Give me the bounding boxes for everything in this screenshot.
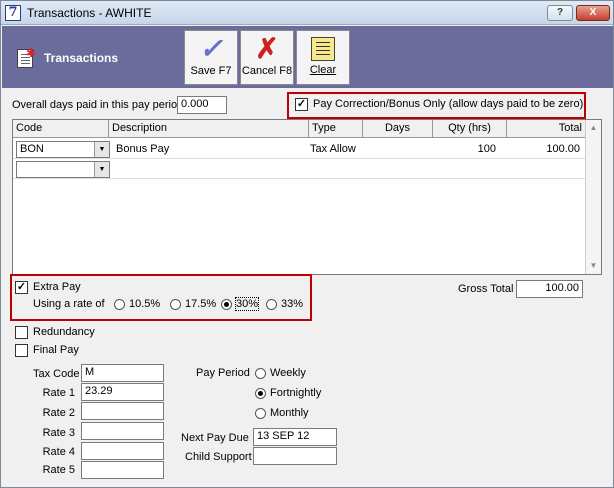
rate-1-label: Rate 1 (42, 387, 75, 399)
new-row[interactable]: ▼ (13, 159, 586, 179)
rate-4-field[interactable] (81, 442, 164, 460)
help-button[interactable]: ? (547, 5, 573, 21)
tax-code-label: Tax Code (33, 368, 80, 380)
rate-30-label: 30% (234, 297, 260, 311)
toolbar: ✱ Transactions ✓ Save F7 ✗ Cancel F8 Cle… (2, 26, 613, 88)
final-pay-checkbox[interactable] (15, 344, 28, 357)
extra-pay-label: Extra Pay (33, 281, 81, 293)
weekly-label: Weekly (270, 367, 306, 379)
days-paid-label: Overall days paid in this pay period (12, 99, 184, 111)
chevron-down-icon[interactable]: ▼ (94, 142, 109, 157)
child-support-field[interactable] (253, 447, 337, 465)
rate-2-label: Rate 2 (42, 407, 75, 419)
transactions-grid: Code Description Type Days Qty (hrs) Tot… (12, 119, 602, 275)
total-cell: 100.00 (546, 143, 580, 155)
pay-period-label: Pay Period (196, 367, 250, 379)
col-days[interactable]: Days (363, 120, 433, 138)
final-pay-label: Final Pay (33, 344, 79, 356)
monthly-radio[interactable] (255, 408, 266, 419)
weekly-radio[interactable] (255, 368, 266, 379)
grid-header: Code Description Type Days Qty (hrs) Tot… (13, 120, 586, 138)
rate-4-label: Rate 4 (42, 446, 75, 458)
clear-label: Clear (309, 64, 337, 76)
rate-2-field[interactable] (81, 402, 164, 420)
qty-cell: 100 (477, 143, 496, 155)
chevron-down-icon[interactable]: ▼ (94, 162, 109, 177)
col-code[interactable]: Code (13, 120, 109, 138)
clear-sheet-icon (311, 37, 335, 61)
rate-3-field[interactable] (81, 422, 164, 440)
cross-icon: ✗ (255, 33, 279, 64)
window-title: Transactions - AWHITE (27, 6, 152, 20)
gross-total-field: 100.00 (516, 280, 583, 298)
days-paid-field[interactable]: 0.000 (177, 96, 227, 114)
monthly-label: Monthly (270, 407, 309, 419)
app-icon: 7 (5, 5, 21, 21)
cancel-label: Cancel F8 (241, 65, 293, 77)
col-description[interactable]: Description (109, 120, 309, 138)
rate-5-label: Rate 5 (42, 464, 75, 476)
days-cell (363, 139, 433, 159)
col-total[interactable]: Total (507, 120, 586, 138)
rate-17-5-radio[interactable] (170, 299, 181, 310)
code-combo[interactable]: BON ▼ (16, 141, 110, 158)
col-qty[interactable]: Qty (hrs) (433, 120, 507, 138)
close-button[interactable]: X (576, 5, 610, 21)
rate-1-field[interactable]: 23.29 (81, 383, 164, 401)
type-cell: Tax Allow (310, 143, 356, 155)
code-value: BON (20, 143, 44, 155)
rate-5-field[interactable] (81, 461, 164, 479)
redundancy-label: Redundancy (33, 326, 95, 338)
fortnightly-label: Fortnightly (270, 387, 322, 399)
cancel-button[interactable]: ✗ Cancel F8 (240, 30, 294, 85)
rate-10-5-label: 10.5% (129, 298, 161, 310)
save-button[interactable]: ✓ Save F7 (184, 30, 238, 85)
next-pay-due-label: Next Pay Due (181, 432, 249, 444)
new-code-combo[interactable]: ▼ (16, 161, 110, 178)
tax-code-field[interactable]: M (81, 364, 164, 382)
clear-button[interactable]: Clear (296, 30, 350, 85)
rate-of-label: Using a rate of (33, 298, 105, 310)
child-support-label: Child Support (185, 451, 252, 463)
col-type[interactable]: Type (309, 120, 363, 138)
extra-pay-checkbox[interactable]: ✓ (15, 281, 28, 294)
checkmark-icon: ✓ (199, 33, 223, 64)
rate-3-label: Rate 3 (42, 427, 75, 439)
scroll-up-icon[interactable]: ▲ (586, 120, 601, 135)
pay-correction-checkbox[interactable]: ✓ (295, 98, 308, 111)
rate-17-5-label: 17.5% (185, 298, 217, 310)
pay-correction-label: Pay Correction/Bonus Only (allow days pa… (313, 98, 584, 110)
gross-total-label: Gross Total (458, 283, 514, 295)
rate-30-radio[interactable] (221, 299, 232, 310)
title-bar: 7 Transactions - AWHITE ? X (1, 1, 613, 25)
rate-33-radio[interactable] (266, 299, 277, 310)
fortnightly-radio[interactable] (255, 388, 266, 399)
toolbar-title: ✱ Transactions (14, 46, 118, 70)
next-pay-due-field[interactable]: 13 SEP 12 (253, 428, 337, 446)
redundancy-checkbox[interactable] (15, 326, 28, 339)
description-cell: Bonus Pay (116, 143, 170, 155)
transactions-window: 7 Transactions - AWHITE ? X ✱ Transactio… (0, 0, 614, 488)
table-row[interactable]: BON ▼ Bonus Pay Tax Allow 100 100.00 (13, 139, 586, 159)
save-label: Save F7 (190, 65, 232, 77)
transactions-icon: ✱ (14, 46, 38, 70)
grid-scrollbar[interactable]: ▲ ▼ (585, 120, 601, 274)
toolbar-title-label: Transactions (44, 51, 119, 65)
rate-33-label: 33% (281, 298, 304, 310)
scroll-down-icon[interactable]: ▼ (586, 258, 601, 273)
rate-10-5-radio[interactable] (114, 299, 125, 310)
